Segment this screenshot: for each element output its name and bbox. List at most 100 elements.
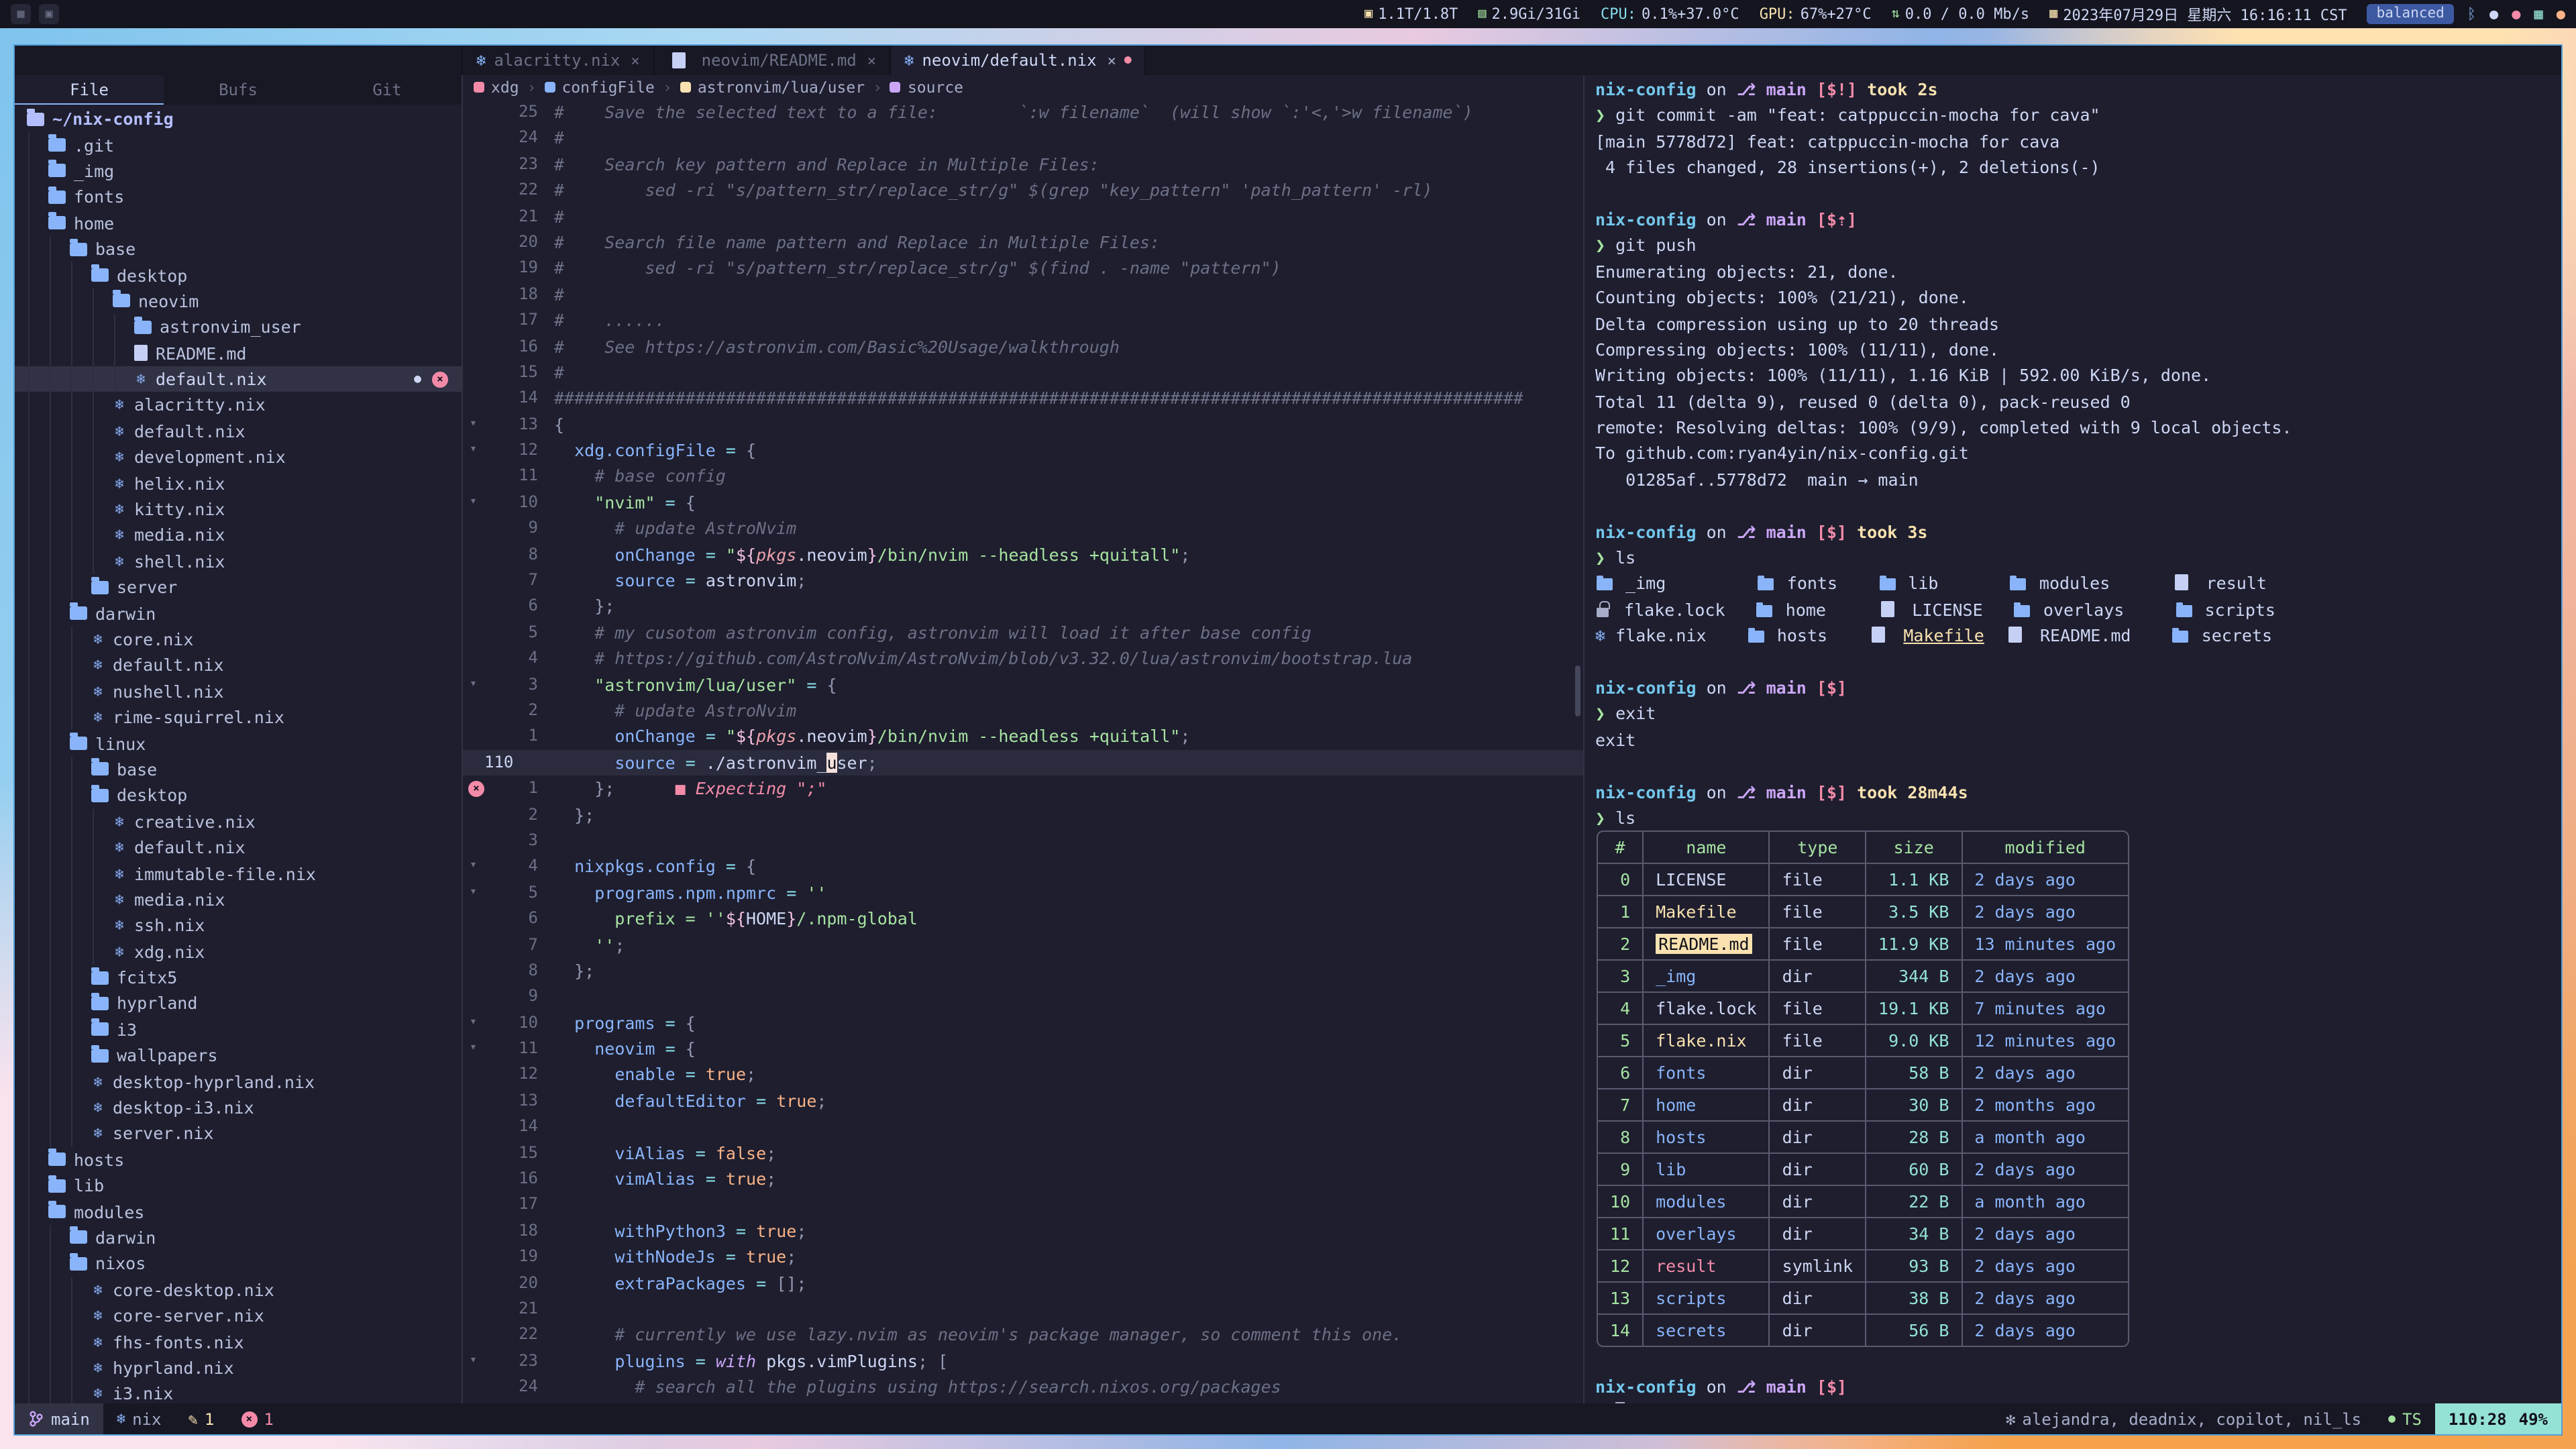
tree-item-shell.nix[interactable]: ❄shell.nix (15, 548, 462, 574)
tree-item-kitty.nix[interactable]: ❄kitty.nix (15, 496, 462, 523)
code-line[interactable]: 14 (463, 1114, 1583, 1140)
code-line[interactable]: ▾23 plugins = with pkgs.vimPlugins; [ (463, 1348, 1583, 1375)
code-line[interactable]: 19# sed -ri "s/pattern_str/replace_str/g… (463, 256, 1583, 282)
tray-app-icon[interactable]: ● (2557, 7, 2565, 21)
tree-item-server[interactable]: server (15, 574, 462, 600)
code-line[interactable]: 20 extraPackages = []; (463, 1270, 1583, 1296)
code-line[interactable]: 22# sed -ri "s/pattern_str/replace_str/g… (463, 177, 1583, 203)
code-line[interactable]: 24# (463, 125, 1583, 152)
code-line[interactable]: ▾4 nixpkgs.config = { (463, 854, 1583, 880)
fold-chevron-icon[interactable]: ▾ (470, 672, 477, 698)
tree-item-server.nix[interactable]: ❄server.nix (15, 1120, 462, 1146)
tree-item-nushell.nix[interactable]: ❄nushell.nix (15, 678, 462, 704)
tree-item-default.nix[interactable]: ❄default.nix (15, 835, 462, 861)
tree-item-media.nix[interactable]: ❄media.nix (15, 523, 462, 549)
code-line[interactable]: 14######################################… (463, 386, 1583, 412)
screen-record-icon[interactable]: ● (2512, 7, 2520, 21)
code-line[interactable]: 20# Search file name pattern and Replace… (463, 229, 1583, 256)
code-line[interactable]: 21 (463, 1296, 1583, 1322)
tree-item-README.md[interactable]: README.md (15, 340, 462, 366)
tree-item-fonts[interactable]: fonts (15, 184, 462, 210)
code-line[interactable]: 8 }; (463, 958, 1583, 984)
code-line[interactable]: 22 # currently we use lazy.nvim as neovi… (463, 1322, 1583, 1348)
tree-item-core-server.nix[interactable]: ❄core-server.nix (15, 1303, 462, 1329)
fold-chevron-icon[interactable]: ▾ (470, 437, 477, 464)
code-line[interactable]: 19 withNodeJs = true; (463, 1244, 1583, 1270)
code-line[interactable]: ▾13{ (463, 411, 1583, 437)
tree-item-wallpapers[interactable]: wallpapers (15, 1042, 462, 1069)
tree-item-desktop[interactable]: desktop (15, 782, 462, 808)
code-line[interactable]: ▾10 "nvim" = { (463, 490, 1583, 516)
tree-item-modules[interactable]: modules (15, 1199, 462, 1225)
code-line[interactable]: 7 ''; (463, 932, 1583, 958)
breadcrumb-segment[interactable]: configFile (544, 78, 655, 97)
code-line[interactable]: 16# See https://astronvim.com/Basic%20Us… (463, 333, 1583, 360)
editor-tab-alacritty.nix[interactable]: ❄alacritty.nix× (463, 46, 655, 75)
code-line[interactable]: 4 # https://github.com/AstroNvim/AstroNv… (463, 645, 1583, 672)
code-line[interactable]: 18 withPython3 = true; (463, 1218, 1583, 1244)
fold-chevron-icon[interactable]: ▾ (470, 879, 477, 906)
tree-item-hosts[interactable]: hosts (15, 1146, 462, 1173)
tree-item-default.nix[interactable]: ❄default.nix (15, 652, 462, 678)
code-line[interactable]: 6 prefix = ''${HOME}/.npm-global (463, 906, 1583, 932)
neotree-tab-bufs[interactable]: Bufs (164, 75, 313, 105)
tree-item-desktop[interactable]: desktop (15, 262, 462, 288)
code-line[interactable]: 5 # my cusotom astronvim config, astronv… (463, 620, 1583, 646)
tree-item-xdg.nix[interactable]: ❄xdg.nix (15, 938, 462, 965)
code-line[interactable]: 21# (463, 203, 1583, 229)
fold-chevron-icon[interactable]: ▾ (470, 1348, 477, 1374)
tree-item-i3[interactable]: i3 (15, 1016, 462, 1042)
neotree-tab-file[interactable]: File (15, 75, 164, 105)
tree-item-hyprland.nix[interactable]: ❄hyprland.nix (15, 1355, 462, 1381)
code-line[interactable]: 16 vimAlias = true; (463, 1166, 1583, 1192)
code-line[interactable]: 24 # search all the plugins using https:… (463, 1374, 1583, 1400)
tree-item-nixos[interactable]: nixos (15, 1250, 462, 1277)
tree-item-i3.nix[interactable]: ❄i3.nix (15, 1381, 462, 1403)
tree-item-default.nix[interactable]: ❄default.nix (15, 418, 462, 444)
volume-icon[interactable]: ● (2489, 7, 2498, 21)
breadcrumb-segment[interactable]: astronvim/lua/user (680, 78, 865, 97)
code-line[interactable]: ▾12 xdg.configFile = { (463, 437, 1583, 464)
code-line[interactable]: ▾11 neovim = { (463, 1036, 1583, 1062)
tree-item-core.nix[interactable]: ❄core.nix (15, 627, 462, 653)
tree-item-media.nix[interactable]: ❄media.nix (15, 886, 462, 912)
code-line[interactable]: 9 (463, 984, 1583, 1010)
editor-tab-neovim/README.md[interactable]: neovim/README.md× (655, 46, 891, 75)
fold-chevron-icon[interactable]: ▾ (470, 1010, 477, 1036)
tree-item-neovim[interactable]: neovim (15, 288, 462, 314)
tree-item-.git[interactable]: .git (15, 132, 462, 158)
code-line[interactable]: 15# (463, 360, 1583, 386)
code-area[interactable]: 25# Save the selected text to a file: `:… (463, 99, 1583, 1403)
code-line[interactable]: 3 (463, 828, 1583, 854)
tree-item-rime-squirrel.nix[interactable]: ❄rime-squirrel.nix (15, 704, 462, 731)
tree-item-core-desktop.nix[interactable]: ❄core-desktop.nix (15, 1277, 462, 1303)
code-line[interactable]: 7 source = astronvim; (463, 568, 1583, 594)
tree-item-desktop-i3.nix[interactable]: ❄desktop-i3.nix (15, 1095, 462, 1121)
keyboard-layout-icon[interactable]: ▦ (2534, 7, 2543, 21)
tree-item-home[interactable]: home (15, 210, 462, 236)
tree-item-immutable-file.nix[interactable]: ❄immutable-file.nix (15, 861, 462, 887)
tree-item-creative.nix[interactable]: ❄creative.nix (15, 808, 462, 835)
close-icon[interactable]: × (1108, 52, 1116, 69)
code-line[interactable]: 13 defaultEditor = true; (463, 1088, 1583, 1114)
code-line[interactable]: 9 # update AstroNvim (463, 516, 1583, 542)
tree-item-helix.nix[interactable]: ❄helix.nix (15, 470, 462, 496)
code-line[interactable]: ▾3 "astronvim/lua/user" = { (463, 672, 1583, 698)
tree-item-~/nix-config[interactable]: ~/nix-config (15, 106, 462, 132)
code-line[interactable]: 110 source = ./astronvim_user; (463, 750, 1583, 776)
close-icon[interactable]: × (631, 52, 639, 69)
code-line[interactable]: 11 # base config (463, 464, 1583, 490)
code-line[interactable]: 2 # update AstroNvim (463, 698, 1583, 724)
launcher-icon[interactable]: ▦ (11, 5, 31, 25)
fold-chevron-icon[interactable]: ▾ (470, 490, 477, 516)
editor-scrollbar[interactable] (1575, 665, 1580, 716)
tree-item-fhs-fonts.nix[interactable]: ❄fhs-fonts.nix (15, 1329, 462, 1355)
code-line[interactable]: 12 enable = true; (463, 1062, 1583, 1088)
code-line[interactable]: 6 }; (463, 594, 1583, 620)
tree-item-development.nix[interactable]: ❄development.nix (15, 444, 462, 470)
tree-item-desktop-hyprland.nix[interactable]: ❄desktop-hyprland.nix (15, 1069, 462, 1095)
tree-item-astronvim_user[interactable]: astronvim_user (15, 314, 462, 340)
code-line[interactable]: 17# ...... (463, 307, 1583, 333)
code-line[interactable]: 23# Search key pattern and Replace in Mu… (463, 152, 1583, 178)
breadcrumb-segment[interactable]: source (890, 78, 963, 97)
